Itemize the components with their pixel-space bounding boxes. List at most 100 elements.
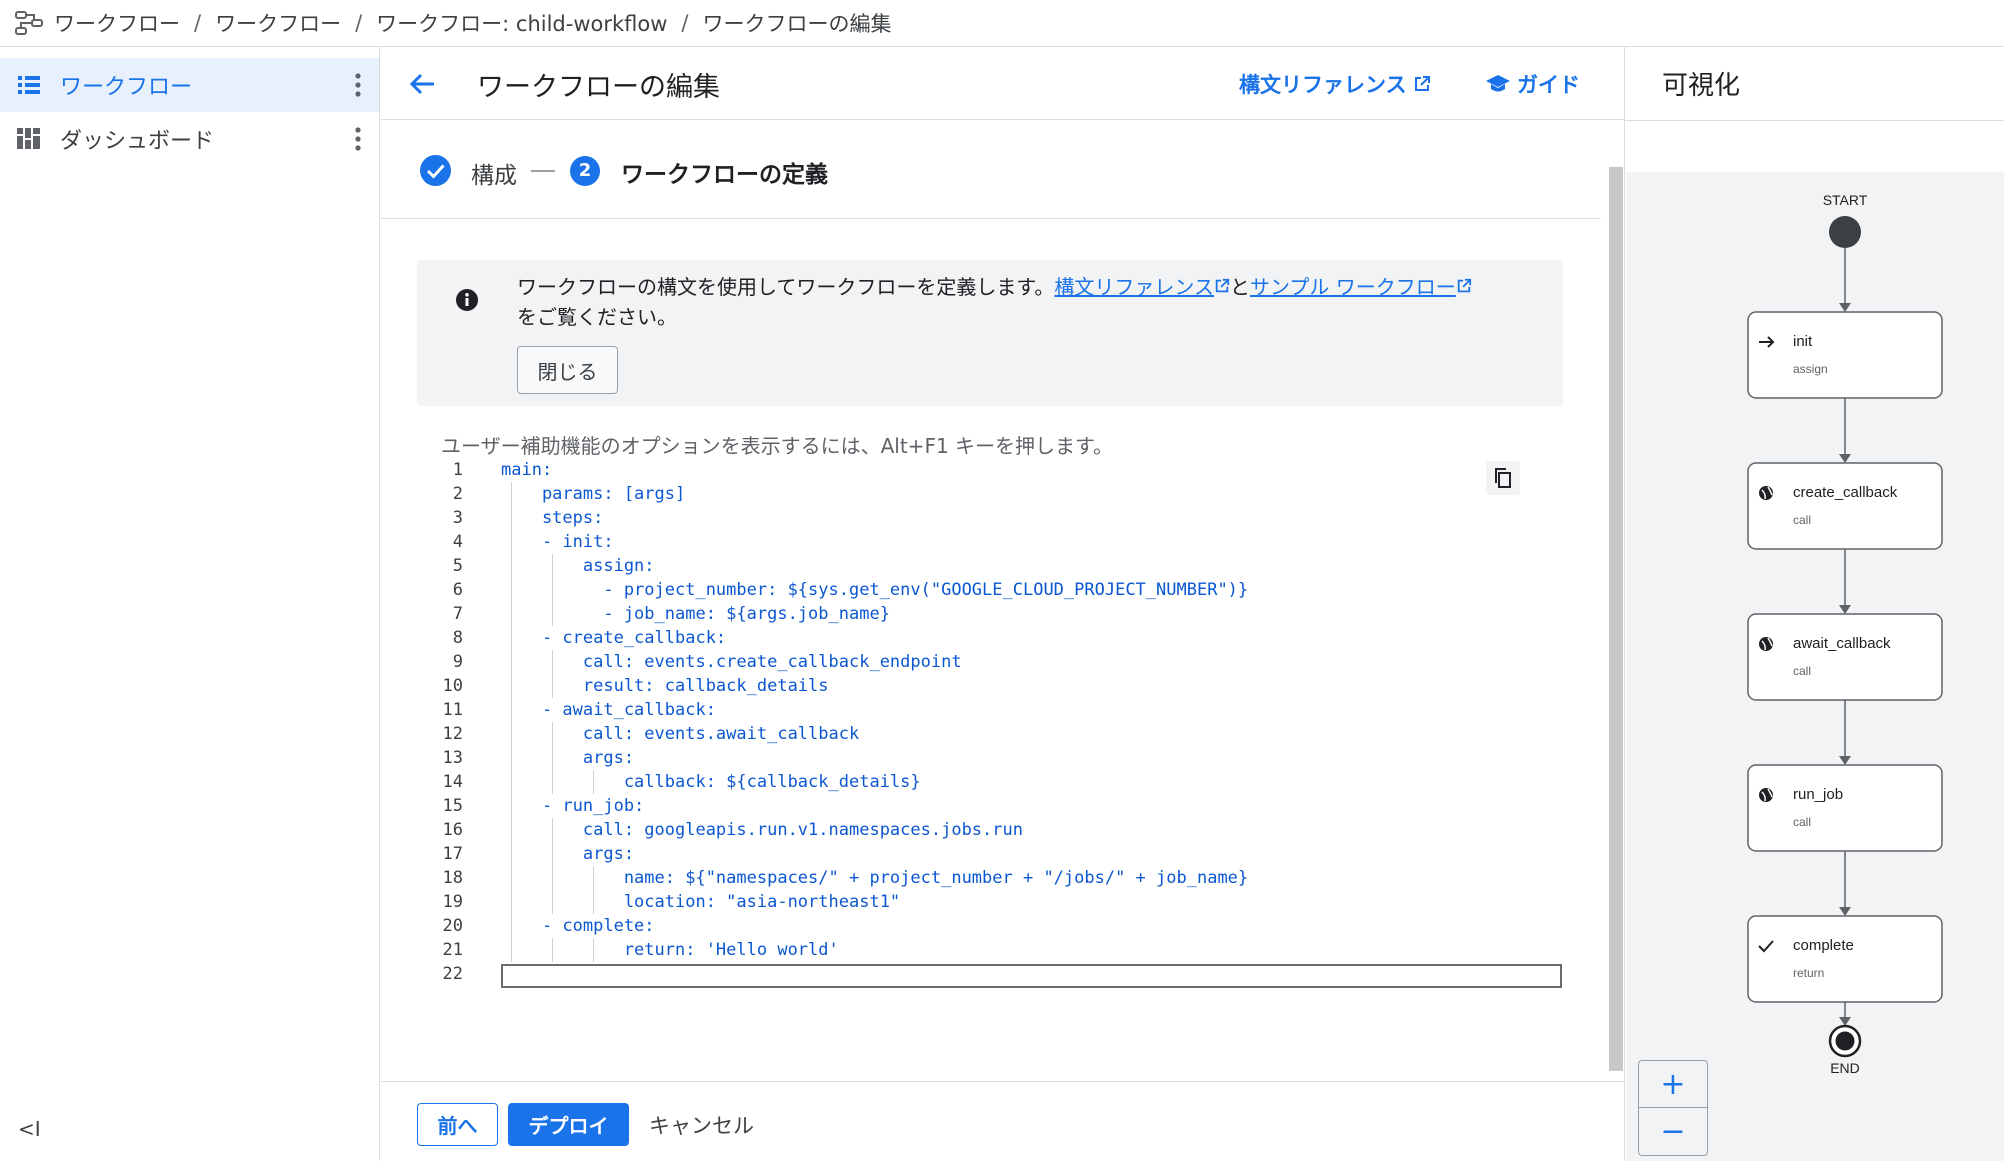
info-text-suffix: をご覧ください。 [517,305,677,329]
cancel-button[interactable]: キャンセル [649,1103,754,1146]
deploy-button[interactable]: デプロイ [508,1103,629,1146]
code-text: - run_job: [501,796,645,816]
breadcrumb: ワークフロー / ワークフロー / ワークフロー: child-workflow… [0,0,2004,47]
code-line: 16 call: googleapis.run.v1.namespaces.jo… [381,818,1581,842]
info-sample-workflows-link[interactable]: サンプル ワークフロー [1250,275,1456,299]
breadcrumb-item-2[interactable]: ワークフロー [215,8,341,38]
indent-guide [592,866,594,890]
line-number: 15 [442,796,463,816]
indent-guide [511,602,513,626]
more-vert-icon[interactable] [355,126,361,152]
flow-node-name: run_job [1793,786,1843,803]
more-vert-icon[interactable] [355,72,361,98]
code-text: result: callback_details [501,676,829,696]
code-line: 5 assign: [381,554,1581,578]
indent-guide [511,506,513,530]
external-link-icon [1457,278,1471,293]
info-banner-text: ワークフローの構文を使用してワークフローを定義します。構文リファレンス とサンプル… [517,272,1527,332]
code-text: call: events.create_callback_endpoint [501,652,962,672]
line-number: 10 [442,676,463,696]
back-arrow-icon[interactable] [407,69,437,99]
line-number: 17 [442,844,463,864]
flow-node-name: complete [1793,937,1854,954]
indent-guide [552,866,553,890]
current-line-highlight [501,964,1562,988]
flow-node-create-callback[interactable] [1747,462,1943,550]
flow-edge-arrowhead [1839,756,1851,765]
nav-item-label: ダッシュボード [60,129,215,154]
flow-node-type: assign [1793,362,1828,376]
line-number: 21 [442,940,463,960]
close-info-button[interactable]: 閉じる [517,346,618,394]
indent-guide [511,482,513,506]
flow-edge-arrowhead [1839,303,1851,312]
info-syntax-reference-link[interactable]: 構文リファレンス [1054,275,1214,299]
nav-item-workflows[interactable]: ワークフロー [0,58,379,112]
info-text-prefix: ワークフローの構文を使用してワークフローを定義します。 [517,275,1055,299]
line-number: 1 [452,460,463,480]
zoom-out-button[interactable]: − [1639,1108,1707,1155]
indent-guide [511,722,513,746]
line-number: 19 [442,892,463,912]
indent-guide [552,842,553,866]
flow-edge-arrowhead [1839,1017,1851,1026]
flow-node-init[interactable] [1747,311,1943,399]
left-nav: ワークフロー ダッシュボード <I [0,47,380,1161]
breadcrumb-separator: / [194,11,202,35]
indent-guide [511,554,513,578]
breadcrumb-item-1[interactable]: ワークフロー [54,8,180,38]
previous-button[interactable]: 前へ [417,1103,498,1146]
syntax-reference-link[interactable]: 構文リファレンス [1239,69,1431,99]
breadcrumb-item-3[interactable]: ワークフロー: child-workflow [376,8,667,38]
collapse-nav-button[interactable]: <I [18,1117,41,1141]
indent-guide [592,890,594,914]
line-number: 5 [452,556,463,576]
page-title: ワークフローの編集 [477,72,720,103]
indent-guide [552,674,553,698]
code-line: 1 main: [381,458,1581,482]
indent-guide [552,818,553,842]
line-number: 20 [442,916,463,936]
flow-node-type: return [1793,966,1824,980]
guide-link[interactable]: ガイド [1485,69,1580,99]
code-line: 10 result: callback_details [381,674,1581,698]
indent-guide [552,938,553,962]
code-text: args: [501,844,635,864]
nav-item-dashboard[interactable]: ダッシュボード [0,112,379,166]
flow-node-complete[interactable] [1747,915,1943,1003]
step-complete-check-icon [420,155,451,186]
dashboard-icon [17,128,40,149]
breadcrumb-item-current: ワークフローの編集 [702,12,892,36]
zoom-in-button[interactable]: + [1639,1061,1707,1108]
line-number: 14 [442,772,463,792]
indent-guide [552,650,553,674]
code-editor[interactable]: 1 main: 2 params: [args] 3 steps: 4 - init: 5… [381,458,1581,986]
info-banner: ワークフローの構文を使用してワークフローを定義します。構文リファレンス とサンプル… [417,260,1563,406]
indent-guide [511,674,513,698]
indent-guide [511,866,513,890]
editor-scrollbar[interactable] [1609,167,1623,1071]
indent-guide [552,554,553,578]
line-number: 13 [442,748,463,768]
code-text: callback: ${callback_details} [501,772,921,792]
code-line: 14 callback: ${callback_details} [381,770,1581,794]
external-link-icon [1414,76,1430,91]
flow-node-type: call [1793,664,1811,678]
editor-panel: ワークフローの編集 構文リファレンス ガイド 構成 2 ワークフローの定義 ワー… [381,47,1624,1161]
end-node-inner [1835,1031,1855,1051]
indent-guide [511,818,513,842]
step-1-label[interactable]: 構成 [471,156,517,190]
flow-node-await-callback[interactable] [1747,613,1943,701]
code-text: - init: [501,532,614,552]
code-line: 7 - job_name: ${args.job_name} [381,602,1581,626]
indent-guide [552,746,553,770]
code-text: - await_callback: [501,700,716,720]
flow-node-run-job[interactable] [1747,764,1943,852]
step-2-number: 2 [570,156,600,186]
code-text: name: ${"namespaces/" + project_number +… [501,868,1249,888]
code-line: 18 name: ${"namespaces/" + project_numbe… [381,866,1581,890]
flow-node-name: create_callback [1793,484,1898,501]
code-line: 8 - create_callback: [381,626,1581,650]
code-line: 15 - run_job: [381,794,1581,818]
code-line: 11 - await_callback: [381,698,1581,722]
